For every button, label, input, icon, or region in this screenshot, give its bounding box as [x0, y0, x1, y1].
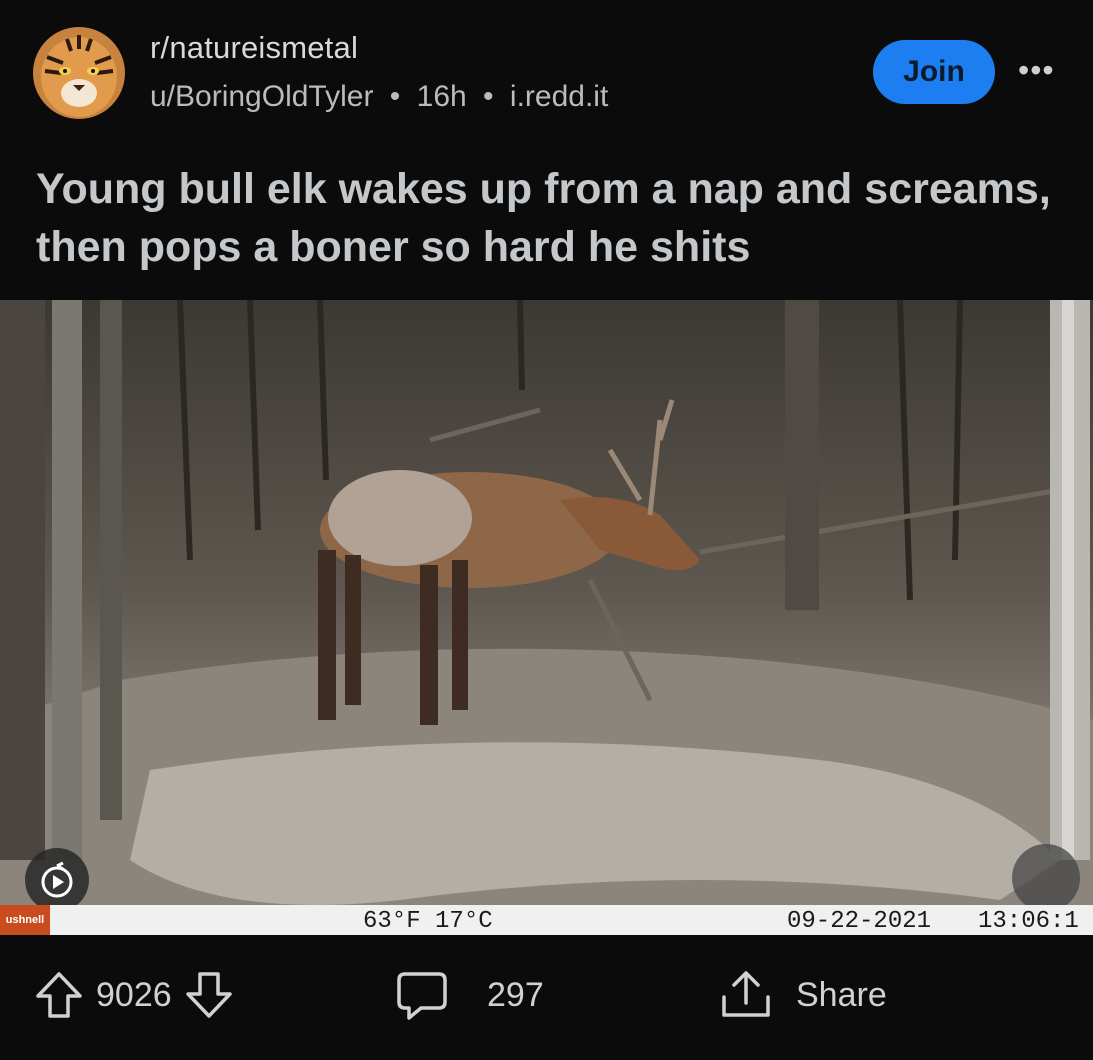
meta-separator: • [389, 80, 401, 113]
share-button[interactable]: Share [718, 935, 899, 1055]
share-icon [722, 971, 770, 1017]
post-media-image[interactable] [0, 300, 1093, 935]
camera-overlay-icon [1012, 844, 1080, 912]
join-button[interactable]: Join [873, 40, 995, 104]
camera-brand-logo: ushnell [0, 905, 50, 935]
post-domain[interactable]: i.redd.it [510, 80, 608, 113]
subreddit-avatar[interactable] [33, 27, 125, 119]
date-readout: 09-22-2021 [787, 908, 932, 935]
meta-separator: • [483, 80, 494, 113]
subreddit-name[interactable]: r/natureismetal [150, 30, 358, 66]
more-options-icon[interactable]: ••• [1018, 52, 1055, 89]
post-title[interactable]: Young bull elk wakes up from a nap and s… [36, 160, 1066, 276]
camera-timestamp-bar: ushnell 63°F 17°C 09-22-2021 13:06:1 [0, 905, 1093, 935]
time-readout: 13:06:1 [978, 908, 1079, 935]
post-meta: u/BoringOldTyler • 16h • i.redd.it [150, 80, 608, 114]
temperature-readout: 63°F 17°C [363, 908, 493, 935]
author-link[interactable]: u/BoringOldTyler [150, 80, 373, 113]
comments-button[interactable]: 297 [395, 935, 556, 1055]
vote-group: 9026 [34, 935, 234, 1055]
post-age: 16h [416, 80, 467, 113]
post-actions-bar: 9026 297 Share [0, 935, 1093, 1060]
post-header: r/natureismetal u/BoringOldTyler • 16h •… [0, 0, 1093, 140]
comment-count: 297 [487, 975, 544, 1014]
comment-icon [397, 972, 447, 1020]
upvote-count: 9026 [96, 975, 172, 1014]
downvote-icon[interactable] [184, 970, 234, 1020]
gif-play-icon[interactable] [25, 848, 89, 912]
upvote-icon[interactable] [34, 970, 84, 1020]
share-label: Share [796, 975, 887, 1014]
